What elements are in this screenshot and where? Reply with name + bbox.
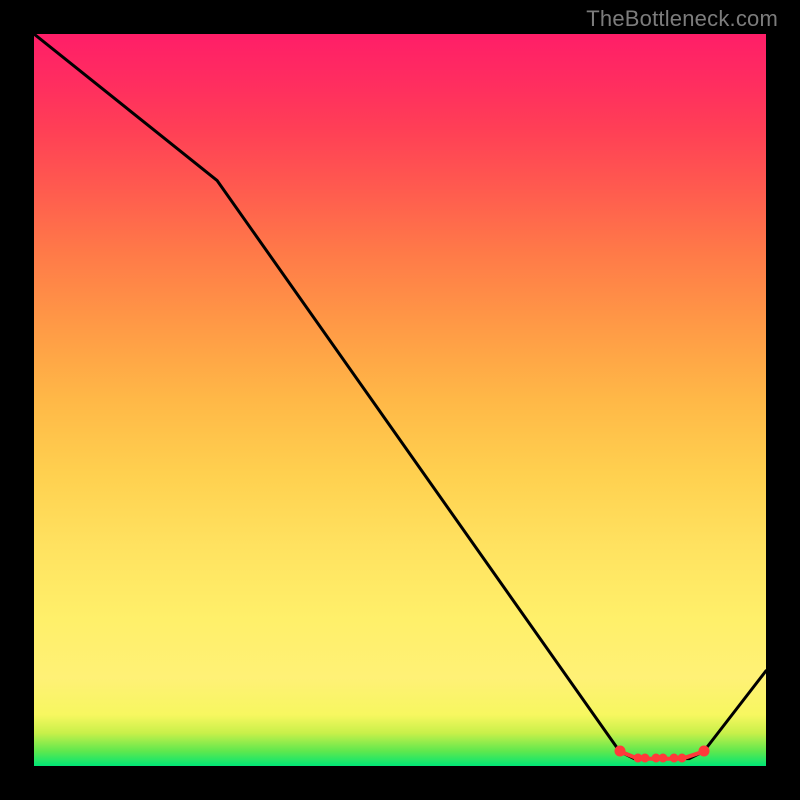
marker-layer — [34, 34, 766, 766]
flat-region-markers — [615, 746, 709, 762]
watermark-text: TheBottleneck.com — [586, 6, 778, 32]
plot-area — [34, 34, 766, 766]
chart-frame: TheBottleneck.com — [0, 0, 800, 800]
